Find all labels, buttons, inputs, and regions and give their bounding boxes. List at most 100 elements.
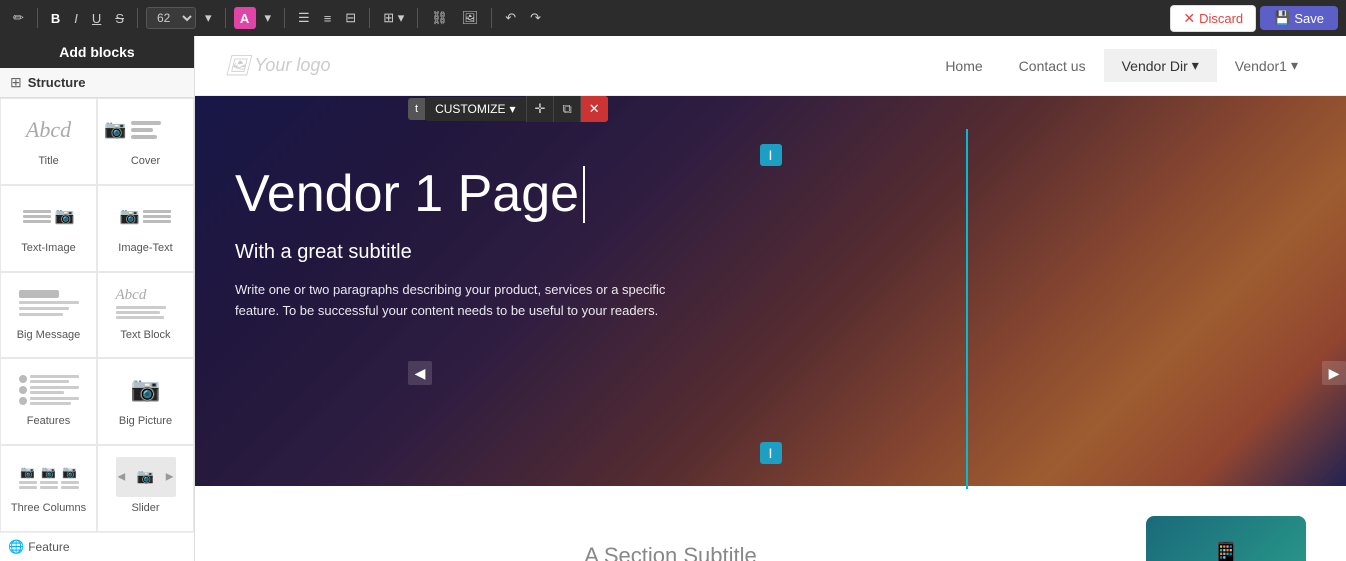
nav-link-vendor1[interactable]: Vendor1 ▾ — [1217, 49, 1316, 82]
three-col-icon-inner: 📷 📷 📷 — [19, 465, 79, 489]
tb-line-2 — [116, 311, 160, 314]
block-icon-three-columns: 📷 📷 📷 — [14, 454, 84, 499]
unordered-list-btn[interactable]: ☰ — [293, 7, 315, 29]
sidebar-feature-item[interactable]: 🌐 Feature — [0, 532, 194, 561]
align-btn[interactable]: ⊟ — [340, 7, 361, 29]
feat-dot-1 — [19, 375, 27, 383]
block-item-features[interactable]: Features — [0, 358, 97, 445]
underline-btn[interactable]: U — [87, 8, 106, 29]
block-item-cover[interactable]: 📷 Cover — [97, 98, 194, 185]
customize-button[interactable]: CUSTOMIZE ▾ — [425, 97, 525, 121]
font-size-dropdown-btn[interactable]: ▾ — [200, 7, 217, 29]
vendor1-chevron-icon: ▾ — [1291, 57, 1298, 74]
text-block-abcd: Abcd — [116, 287, 176, 304]
block-item-slider[interactable]: ◀ 📷 ▶ Slider — [97, 445, 194, 532]
3col-cam-3: 📷 — [62, 465, 77, 479]
globe-icon: 🌐 — [8, 539, 24, 555]
customize-move-btn[interactable]: ✛ — [526, 96, 554, 122]
text-image-lines — [23, 210, 51, 223]
fl-5 — [30, 397, 79, 400]
sidebar: Add blocks ⊞ Structure Abcd Title 📷 — [0, 36, 195, 561]
main-layout: Add blocks ⊞ Structure Abcd Title 📷 — [0, 36, 1346, 561]
ti-line-2 — [23, 215, 51, 218]
feat-lines-3 — [30, 397, 79, 405]
block-item-image-text[interactable]: 📷 Image-Text — [97, 185, 194, 272]
block-item-text-image[interactable]: 📷 Text-Image — [0, 185, 97, 272]
text-block-icon-inner: Abcd — [116, 287, 176, 319]
arrow-right-icon: ▶ — [1329, 365, 1340, 382]
image-btn[interactable]: 🖼 — [457, 7, 484, 29]
table-btn[interactable]: ⊞ ▾ — [378, 7, 409, 29]
customize-copy-btn[interactable]: ⧉ — [553, 96, 579, 122]
block-label-title: Title — [38, 155, 58, 167]
block-item-text-block[interactable]: Abcd Text Block — [97, 272, 194, 359]
italic-btn[interactable]: I — [69, 8, 83, 29]
nav-link-vendor-dir[interactable]: Vendor Dir ▾ — [1104, 49, 1217, 82]
customize-label: CUSTOMIZE — [435, 102, 505, 116]
3col-l2 — [19, 486, 37, 489]
sidebar-feature-label: Feature — [28, 540, 69, 554]
save-button[interactable]: 💾 Save — [1260, 6, 1338, 30]
big-msg-thin-1 — [19, 301, 79, 304]
feat-row-3 — [19, 397, 79, 405]
block-icon-title: Abcd — [14, 107, 84, 152]
strikethrough-btn[interactable]: S — [110, 8, 129, 29]
undo-btn[interactable]: ↶ — [500, 7, 521, 29]
block-label-image-text: Image-Text — [118, 242, 172, 254]
add-block-top[interactable]: I — [760, 144, 782, 166]
page-preview[interactable]: 🖼 Your logo Home Contact us Vendor Dir ▾… — [195, 36, 1346, 561]
ordered-list-btn[interactable]: ≡ — [319, 8, 337, 29]
block-icon-text-image: 📷 — [14, 194, 84, 239]
block-item-big-picture[interactable]: 📷 Big Picture — [97, 358, 194, 445]
image-text-cam-icon: 📷 — [120, 206, 140, 226]
section-arrow-left[interactable]: ◀ — [408, 361, 432, 385]
link-btn[interactable]: ⛓ — [426, 7, 453, 29]
big-msg-icon-inner — [19, 290, 79, 316]
structure-label: Structure — [28, 75, 86, 90]
it-line-1 — [143, 210, 171, 213]
block-item-big-message[interactable]: Big Message — [0, 272, 97, 359]
block-label-features: Features — [27, 415, 70, 427]
redo-btn[interactable]: ↷ — [525, 7, 546, 29]
sidebar-title: Add blocks — [59, 44, 134, 60]
toolbar-sep-6 — [417, 8, 418, 28]
below-section-image: 📱 — [1146, 516, 1306, 561]
ti-line-1 — [23, 210, 51, 213]
add-block-bottom[interactable]: I — [760, 442, 782, 464]
font-color-dropdown-btn[interactable]: ▾ — [260, 7, 277, 29]
3col-cam-1: 📷 — [20, 465, 35, 479]
discard-button[interactable]: ✕ Discard — [1170, 5, 1256, 32]
page-nav-links: Home Contact us Vendor Dir ▾ Vendor1 ▾ — [927, 49, 1316, 82]
below-section-title: A Section Subtitle — [235, 543, 1106, 561]
block-item-title[interactable]: Abcd Title — [0, 98, 97, 185]
bold-btn[interactable]: B — [46, 8, 65, 29]
section-arrow-right[interactable]: ▶ — [1322, 361, 1346, 385]
block-icon-slider: ◀ 📷 ▶ — [111, 454, 181, 499]
big-msg-thick-line — [19, 290, 59, 298]
customize-t-label: t — [415, 103, 418, 115]
pencil-tool-btn[interactable]: ✏ — [8, 7, 29, 29]
block-label-three-columns: Three Columns — [11, 502, 86, 514]
customize-type-btn[interactable]: t — [408, 98, 425, 120]
fl-6 — [30, 402, 72, 405]
structure-item[interactable]: ⊞ Structure — [0, 68, 194, 98]
block-item-three-columns[interactable]: 📷 📷 📷 — [0, 445, 97, 532]
font-color-btn[interactable]: A — [234, 7, 256, 29]
save-label: Save — [1294, 11, 1324, 26]
cover-line-3 — [131, 135, 157, 139]
top-toolbar: ✏ B I U S 62 ▾ A ▾ ☰ ≡ ⊟ ⊞ ▾ ⛓ 🖼 ↶ ↷ ✕ D… — [0, 0, 1346, 36]
nav-link-contact[interactable]: Contact us — [1001, 50, 1104, 82]
grid-icon: ⊞ — [10, 74, 22, 91]
toolbar-sep-5 — [369, 8, 370, 28]
3col-col-1: 📷 — [19, 465, 37, 489]
block-label-cover: Cover — [131, 155, 160, 167]
3col-l4 — [40, 486, 58, 489]
3col-l5 — [61, 481, 79, 484]
feat-lines-1 — [30, 375, 79, 383]
nav-link-home[interactable]: Home — [927, 50, 1000, 82]
slider-icon-inner: ◀ 📷 ▶ — [116, 457, 176, 497]
font-size-select[interactable]: 62 — [146, 7, 196, 29]
vendor1-label: Vendor1 — [1235, 58, 1287, 74]
3col-cam-2: 📷 — [41, 465, 56, 479]
customize-delete-btn[interactable]: ✕ — [580, 96, 608, 122]
